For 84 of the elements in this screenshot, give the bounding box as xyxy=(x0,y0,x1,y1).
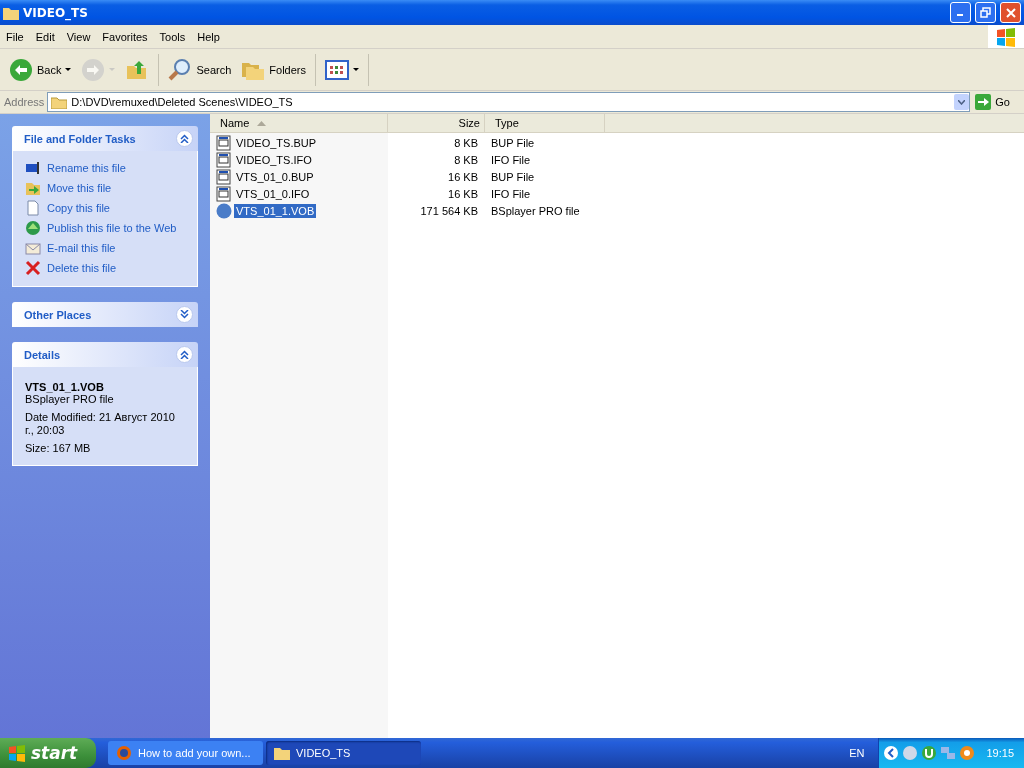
task-link[interactable]: Copy this file xyxy=(25,200,185,216)
menu-item[interactable]: Favorites xyxy=(96,30,154,43)
file-type: BSplayer PRO file xyxy=(490,205,580,217)
panel-title: Details xyxy=(24,348,61,361)
file-icon xyxy=(216,169,232,185)
file-name[interactable]: VTS_01_0.BUP xyxy=(234,170,316,184)
browser-icon xyxy=(116,745,132,761)
file-size: 16 KB xyxy=(447,171,479,183)
collapse-button[interactable] xyxy=(176,130,193,147)
close-button[interactable] xyxy=(1000,2,1021,23)
file-icon xyxy=(216,152,232,168)
expand-button[interactable] xyxy=(176,306,193,323)
back-button[interactable]: Back xyxy=(6,55,75,84)
menu-item[interactable]: Edit xyxy=(29,30,61,43)
taskbar-button[interactable]: VIDEO_TS xyxy=(266,741,421,765)
menu-item[interactable]: View xyxy=(60,30,97,43)
taskbar-button[interactable]: How to add your own... xyxy=(108,741,263,765)
file-size: 16 KB xyxy=(447,188,479,200)
column-header[interactable]: Size xyxy=(388,114,485,132)
dropdown-button[interactable] xyxy=(954,94,970,110)
menu-item[interactable]: Tools xyxy=(153,30,192,43)
panel-title: Other Places xyxy=(24,308,92,321)
folder-move-icon xyxy=(25,180,41,196)
file-name[interactable]: VTS_01_0.IFO xyxy=(234,187,312,201)
file-size: 171 564 KB xyxy=(419,205,479,217)
minimize-button[interactable] xyxy=(950,2,971,23)
language-indicator[interactable]: EN xyxy=(849,747,865,759)
file-name[interactable]: VTS_01_1.VOB xyxy=(234,204,317,218)
file-size: 8 KB xyxy=(453,137,479,149)
go-button[interactable]: Go xyxy=(973,94,1020,110)
chevron-up-icon xyxy=(180,134,189,143)
task-link[interactable]: Publish this file to the Web xyxy=(25,220,185,236)
panel-title: File and Folder Tasks xyxy=(24,132,136,145)
start-button[interactable]: start xyxy=(0,738,96,768)
arrow-right-icon xyxy=(975,94,992,110)
file-size: 8 KB xyxy=(453,154,479,166)
caret-icon xyxy=(958,99,966,105)
views-icon xyxy=(325,59,349,80)
file-type: IFO File xyxy=(490,154,531,166)
file-name[interactable]: VIDEO_TS.BUP xyxy=(234,136,319,150)
menu-item[interactable]: File xyxy=(0,30,30,43)
task-link[interactable]: Delete this file xyxy=(25,260,185,276)
windows-logo-icon xyxy=(988,25,1024,48)
task-link[interactable]: Move this file xyxy=(25,180,185,196)
file-icon xyxy=(216,186,232,202)
column-header[interactable]: Name xyxy=(210,114,388,132)
menu-item[interactable]: Help xyxy=(191,30,226,43)
chevron-up-icon xyxy=(180,350,189,359)
folders-button[interactable]: Folders xyxy=(238,55,309,84)
file-type: IFO File xyxy=(490,188,531,200)
task-link[interactable]: Rename this file xyxy=(25,160,185,176)
collapse-button[interactable] xyxy=(176,346,193,363)
close-icon xyxy=(1005,7,1016,18)
file-type: BUP File xyxy=(490,137,535,149)
copy-icon xyxy=(25,200,41,216)
task-link[interactable]: E-mail this file xyxy=(25,240,185,256)
rename-icon xyxy=(25,160,41,176)
file-type: BUP File xyxy=(490,171,535,183)
restore-icon xyxy=(980,7,991,18)
globe-icon xyxy=(25,220,41,236)
details-file-type: BSplayer PRO file xyxy=(25,393,115,406)
delete-icon xyxy=(25,260,41,276)
folder-icon xyxy=(3,5,19,20)
address-label: Address xyxy=(4,96,45,108)
folder-icon xyxy=(51,95,68,109)
tray-expand-icon[interactable] xyxy=(883,745,900,761)
torrent-icon[interactable] xyxy=(921,745,938,761)
envelope-icon xyxy=(25,240,41,256)
column-header[interactable]: Type xyxy=(485,114,605,132)
media-file-icon xyxy=(216,203,232,219)
clock: 19:15 xyxy=(986,747,1014,759)
folder-icon xyxy=(274,746,290,760)
address-field[interactable]: D:\DVD\remuxed\Deleted Scenes\VIDEO_TS xyxy=(47,92,971,112)
file-name[interactable]: VIDEO_TS.IFO xyxy=(234,153,314,167)
chevron-down-icon xyxy=(180,310,189,319)
details-date-modified: Date Modified: 21 Август 2010 г., 20:03 xyxy=(25,411,176,437)
search-icon xyxy=(168,57,193,82)
window-title: VIDEO_TS xyxy=(23,5,88,20)
details-file-name: VTS_01_1.VOB xyxy=(25,381,105,393)
windows-logo-icon xyxy=(8,744,26,762)
search-button[interactable]: Search xyxy=(165,55,235,84)
tray-app-icon[interactable] xyxy=(959,745,976,761)
details-size: Size: 167 MB xyxy=(25,442,92,455)
maximize-button[interactable] xyxy=(975,2,996,23)
